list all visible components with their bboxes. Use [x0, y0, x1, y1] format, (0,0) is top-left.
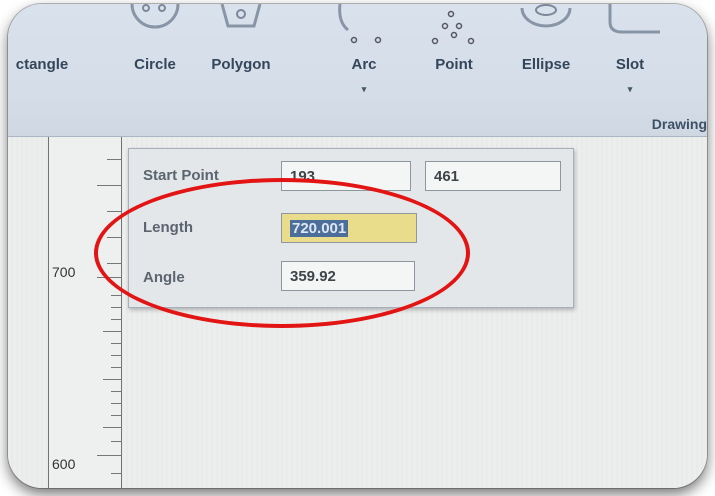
ruler-tick [107, 211, 121, 212]
ruler-tick [97, 185, 121, 186]
ruler-tick [97, 455, 121, 456]
ellipse-label: Ellipse [521, 56, 571, 73]
point-label: Point [435, 56, 473, 73]
slot-dropdown-icon[interactable]: ▾ [598, 84, 662, 95]
circle-button[interactable]: Circle [120, 4, 190, 124]
ribbon-toolbar: ctangle Circle Polygon Arc ▾ Point Ellip… [8, 4, 707, 137]
start-y-value: 461 [434, 168, 460, 185]
ellipse-button[interactable]: Ellipse [504, 4, 588, 124]
polygon-icon [220, 4, 262, 28]
circle-label: Circle [134, 56, 176, 73]
polygon-label: Polygon [211, 56, 271, 73]
rectangle-button[interactable]: ctangle [8, 4, 82, 124]
ruler-tick [111, 391, 121, 392]
arc-dropdown-icon[interactable]: ▾ [332, 84, 396, 95]
ruler-tick [111, 307, 121, 308]
vertical-ruler [48, 137, 122, 488]
point-icon [431, 10, 475, 45]
start-point-label: Start Point [143, 167, 219, 184]
arc-label: Arc [351, 56, 377, 73]
photo-frame: ctangle Circle Polygon Arc ▾ Point Ellip… [8, 4, 707, 488]
circle-icon [130, 4, 180, 29]
start-y-field[interactable]: 461 [425, 161, 561, 191]
ruler-tick [111, 415, 121, 416]
rectangle-label: ctangle [15, 56, 69, 73]
ruler-tick [111, 295, 121, 296]
ruler-tick [103, 427, 121, 428]
point-button[interactable]: Point [418, 4, 490, 124]
ruler-tick [111, 367, 121, 368]
ellipse-icon [520, 4, 572, 28]
ruler-tick [107, 159, 121, 160]
slot-label: Slot [615, 56, 645, 73]
ruler-tick [111, 403, 121, 404]
slot-button[interactable]: Slot ▾ [598, 4, 662, 124]
ribbon-group-label: Drawing [651, 116, 707, 132]
ruler-tick [111, 355, 121, 356]
ruler-label-600: 600 [52, 456, 76, 472]
ruler-tick [103, 331, 121, 332]
polygon-button[interactable]: Polygon [192, 4, 290, 124]
red-annotation-ellipse [94, 178, 470, 328]
ruler-label-700: 700 [52, 264, 76, 280]
ruler-tick [111, 473, 121, 474]
ruler-tick [103, 379, 121, 380]
ruler-tick [111, 441, 121, 442]
arc-button[interactable]: Arc ▾ [332, 4, 396, 124]
slot-icon [608, 4, 660, 34]
ruler-tick [111, 319, 121, 320]
arc-icon [338, 4, 382, 44]
ruler-tick [111, 343, 121, 344]
